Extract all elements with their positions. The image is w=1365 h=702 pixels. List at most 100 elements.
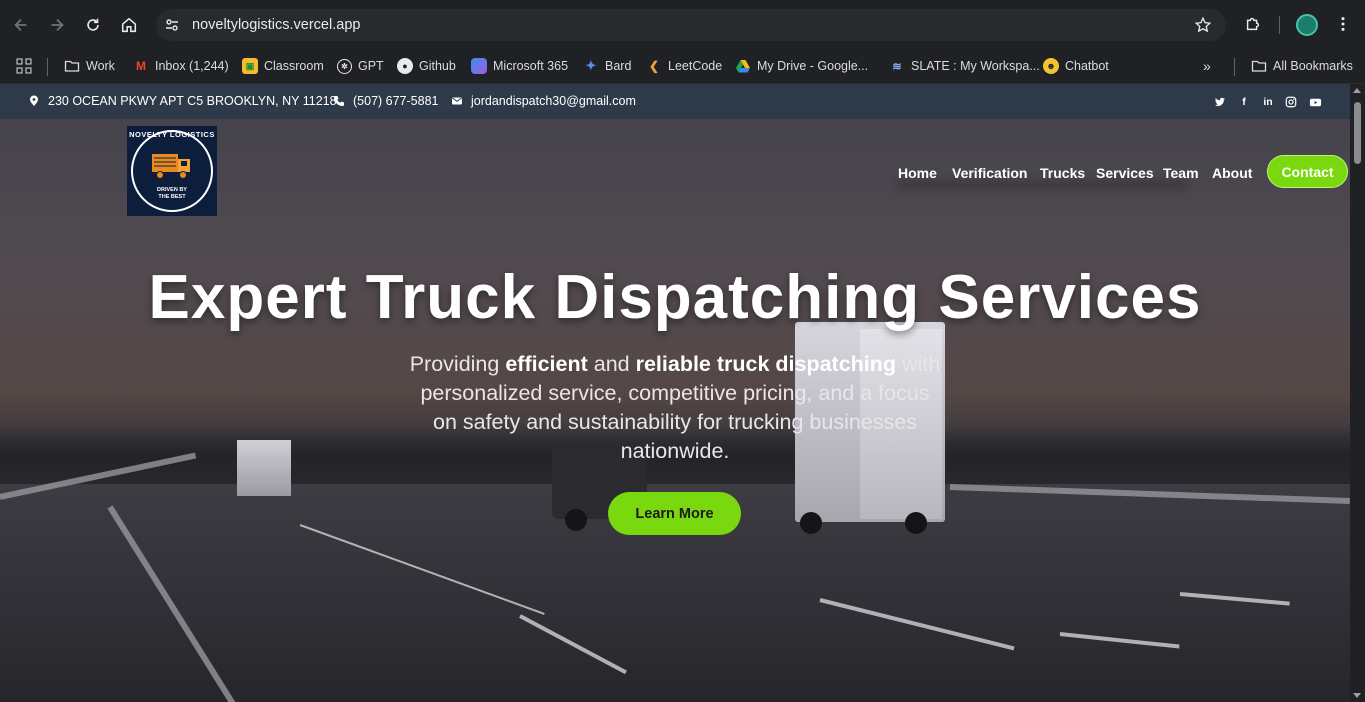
- scrollbar-thumb[interactable]: [1354, 102, 1361, 164]
- truck-wheel: [565, 509, 587, 531]
- bookmark-label: Inbox (1,244): [155, 59, 229, 73]
- url-text[interactable]: noveltylogistics.vercel.app: [192, 17, 360, 33]
- logo-tagline-line-1: DRIVEN BY: [157, 187, 187, 193]
- address-text: 230 OCEAN PKWY APT C5 BROOKLYN, NY 11218: [48, 94, 337, 108]
- bard-icon: ✦: [585, 58, 597, 73]
- page-scrollbar[interactable]: [1350, 84, 1365, 702]
- logo-tagline-line-2: THE BEST: [158, 194, 186, 200]
- arrow-right-icon: [51, 18, 64, 32]
- bookmark-chatbot[interactable]: ☻ Chatbot: [1043, 55, 1109, 77]
- bookmark-slate[interactable]: ≋ SLATE : My Workspa...: [889, 55, 1039, 77]
- address-bar[interactable]: noveltylogistics.vercel.app: [156, 9, 1226, 41]
- linkedin-icon[interactable]: in: [1261, 95, 1275, 109]
- bookmark-label: My Drive - Google...: [757, 59, 869, 73]
- leetcode-icon: ❮: [648, 59, 660, 73]
- nav-verification[interactable]: Verification: [952, 165, 1027, 181]
- contact-info-bar: 230 OCEAN PKWY APT C5 BROOKLYN, NY 11218…: [0, 84, 1350, 119]
- folder-icon: [1251, 60, 1267, 72]
- reload-button[interactable]: [81, 13, 105, 37]
- extensions-button[interactable]: [1242, 13, 1264, 35]
- bookmark-bard[interactable]: ✦ Bard: [583, 55, 632, 77]
- envelope-icon: [452, 97, 462, 105]
- bookmark-label: Classroom: [264, 59, 324, 73]
- scroll-up-icon[interactable]: [1353, 88, 1361, 93]
- hero-subtitle-emphasis: efficient: [505, 352, 588, 376]
- slate-icon: ≋: [892, 60, 902, 73]
- bookmarks-divider: [1234, 58, 1235, 76]
- logo-brand-text: NOVELTY LOGISTICS: [129, 130, 215, 139]
- back-button[interactable]: [9, 13, 33, 37]
- bookmark-label: Github: [419, 59, 456, 73]
- map-pin-icon: [30, 95, 38, 106]
- bookmark-leetcode[interactable]: ❮ LeetCode: [646, 55, 722, 77]
- hero-subtitle: Providing efficient and reliable truck d…: [408, 350, 942, 466]
- bookmark-label: LeetCode: [668, 59, 723, 73]
- email-text[interactable]: jordandispatch30@gmail.com: [471, 94, 636, 108]
- toolbar-divider: [1279, 16, 1280, 34]
- bookmark-label: Work: [86, 59, 115, 73]
- main-nav: Home Verification Trucks Services Team A…: [0, 162, 1350, 184]
- bookmark-star-icon[interactable]: [1194, 16, 1212, 34]
- nav-services[interactable]: Services: [1096, 165, 1154, 181]
- folder-icon: [64, 60, 80, 72]
- nav-trucks[interactable]: Trucks: [1040, 165, 1085, 181]
- bookmark-label: Bard: [605, 59, 632, 73]
- nav-home[interactable]: Home: [898, 165, 937, 181]
- classroom-icon: ▣: [242, 58, 258, 74]
- bookmark-label: Microsoft 365: [493, 59, 569, 73]
- hero-subtitle-part: and: [587, 352, 636, 376]
- scroll-down-icon[interactable]: [1353, 693, 1361, 698]
- truck-wheel: [800, 512, 822, 534]
- phone-icon: [333, 95, 345, 107]
- logo-tagline: DRIVEN BY THE BEST: [127, 187, 217, 201]
- google-drive-icon: [736, 60, 750, 73]
- hero-subtitle-emphasis: reliable truck dispatching: [635, 352, 897, 376]
- bookmarks-bar: Work M Inbox (1,244) ▣ Classroom ✲ GPT ●…: [0, 50, 1365, 84]
- arrow-left-icon: [14, 18, 27, 32]
- browser-toolbar: noveltylogistics.vercel.app: [0, 0, 1365, 50]
- truck-wheel: [905, 512, 927, 534]
- all-bookmarks-button[interactable]: All Bookmarks: [1251, 55, 1353, 77]
- address-info: 230 OCEAN PKWY APT C5 BROOKLYN, NY 11218: [28, 94, 337, 108]
- bookmark-my-drive[interactable]: My Drive - Google...: [735, 55, 868, 77]
- bookmark-microsoft-365[interactable]: Microsoft 365: [471, 55, 568, 77]
- github-icon: ●: [397, 58, 413, 74]
- webpage: 230 OCEAN PKWY APT C5 BROOKLYN, NY 11218…: [0, 84, 1350, 702]
- twitter-icon[interactable]: [1213, 95, 1227, 109]
- gmail-icon: M: [136, 59, 146, 73]
- forward-button[interactable]: [45, 13, 69, 37]
- phone-info[interactable]: (507) 677-5881: [333, 94, 438, 108]
- more-bookmarks-button[interactable]: »: [1203, 55, 1211, 77]
- email-info[interactable]: jordandispatch30@gmail.com: [451, 94, 636, 108]
- bookmark-github[interactable]: ● Github: [397, 55, 456, 77]
- bookmark-inbox[interactable]: M Inbox (1,244): [133, 55, 229, 77]
- instagram-icon[interactable]: [1284, 95, 1298, 109]
- home-button[interactable]: [117, 13, 141, 37]
- chevron-double-right-icon: »: [1203, 58, 1211, 74]
- profile-avatar[interactable]: [1296, 14, 1318, 36]
- hero-title: Expert Truck Dispatching Services: [148, 263, 1202, 332]
- learn-more-button[interactable]: Learn More: [608, 492, 741, 535]
- youtube-icon[interactable]: [1308, 95, 1322, 109]
- phone-text[interactable]: (507) 677-5881: [353, 94, 438, 108]
- facebook-icon[interactable]: f: [1237, 95, 1251, 109]
- openai-icon: ✲: [337, 58, 352, 74]
- nav-team[interactable]: Team: [1163, 165, 1199, 181]
- site-settings-icon[interactable]: [164, 17, 180, 33]
- hero-subtitle-part: Providing: [409, 352, 506, 376]
- puzzle-icon: [1246, 17, 1260, 31]
- bookmark-gpt[interactable]: ✲ GPT: [337, 55, 384, 77]
- bookmark-work[interactable]: Work: [64, 55, 115, 77]
- distant-truck: [237, 440, 291, 496]
- bookmarks-divider: [47, 58, 48, 76]
- bookmark-classroom[interactable]: ▣ Classroom: [242, 55, 324, 77]
- reload-icon: [87, 18, 99, 31]
- apps-grid-icon: [16, 58, 32, 74]
- browser-menu-button[interactable]: [1332, 13, 1354, 35]
- bookmark-label: GPT: [358, 59, 384, 73]
- apps-button[interactable]: [16, 55, 32, 77]
- contact-button[interactable]: Contact: [1267, 155, 1348, 188]
- bookmark-label: Chatbot: [1065, 59, 1109, 73]
- nav-about[interactable]: About: [1212, 165, 1252, 181]
- home-icon: [121, 17, 137, 33]
